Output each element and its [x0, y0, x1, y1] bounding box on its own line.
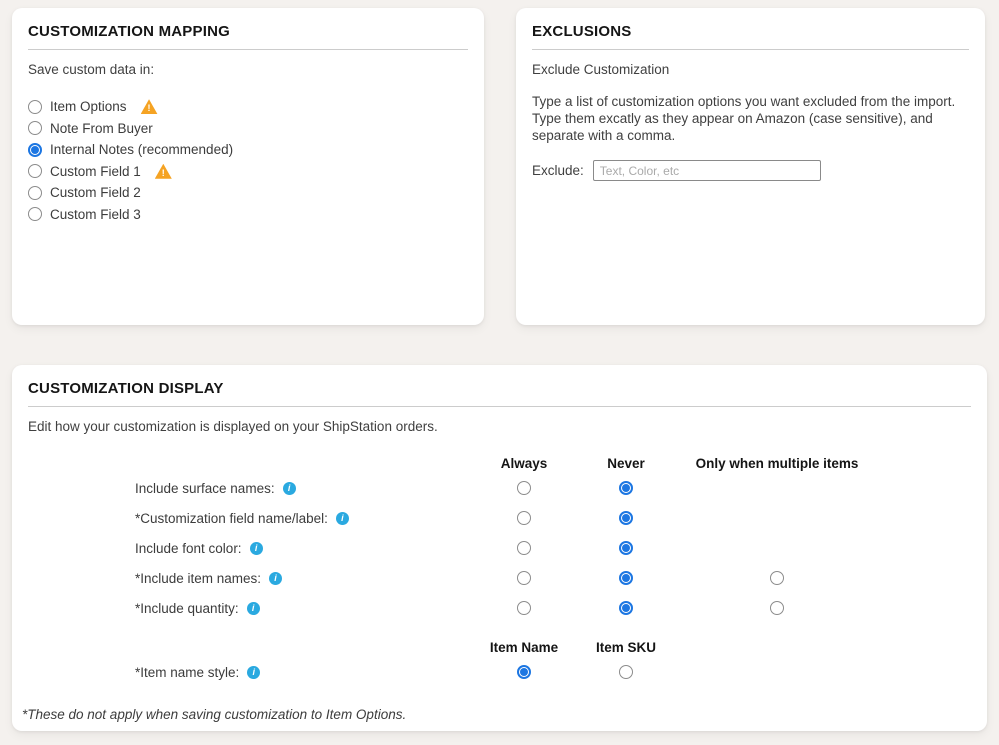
display-subtitle: Edit how your customization is displayed… — [28, 418, 971, 435]
exclude-label: Exclude: — [532, 162, 584, 179]
column-header-only-when-multiple: Only when multiple items — [677, 456, 877, 471]
divider — [28, 406, 971, 407]
radio-always[interactable] — [517, 481, 531, 495]
radio-only-when-multiple[interactable] — [770, 571, 784, 585]
column-header-item-sku: Item SKU — [575, 640, 677, 655]
info-icon[interactable]: i — [283, 482, 296, 495]
customization-display-panel: CUSTOMIZATION DISPLAY Edit how your cust… — [12, 365, 987, 731]
warning-icon: ! — [141, 99, 158, 114]
mapping-option-list: Item Options ! Note From Buyer ! Interna… — [28, 96, 468, 225]
panel-title: CUSTOMIZATION DISPLAY — [28, 380, 971, 397]
radio-never[interactable] — [619, 601, 633, 615]
radio-item-sku[interactable] — [619, 665, 633, 679]
mapping-option-label: Custom Field 2 — [50, 185, 141, 200]
display-option-row: Include font color: i — [28, 533, 971, 563]
exclusions-description: Type a list of customization options you… — [532, 93, 969, 144]
display-row-label: *Include quantity: — [135, 601, 239, 616]
radio-always[interactable] — [517, 571, 531, 585]
display-footnote: *These do not apply when saving customiz… — [22, 707, 971, 722]
radio-never[interactable] — [619, 541, 633, 555]
radio-never[interactable] — [619, 481, 633, 495]
radio-always[interactable] — [517, 511, 531, 525]
divider — [532, 49, 969, 50]
exclusions-panel: EXCLUSIONS Exclude Customization Type a … — [516, 8, 985, 325]
display-option-row: Include surface names: i — [28, 473, 971, 503]
divider — [28, 49, 468, 50]
mapping-option-row[interactable]: Internal Notes (recommended) ! — [28, 139, 468, 161]
info-icon[interactable]: i — [269, 572, 282, 585]
exclude-row: Exclude: — [532, 160, 969, 181]
settings-page: CUSTOMIZATION MAPPING Save custom data i… — [0, 0, 999, 739]
info-icon[interactable]: i — [247, 602, 260, 615]
display-row-label: Include surface names: — [135, 481, 275, 496]
mapping-option-label: Internal Notes (recommended) — [50, 142, 233, 157]
radio-only-when-multiple[interactable] — [770, 601, 784, 615]
radio-item-name[interactable] — [517, 665, 531, 679]
top-row: CUSTOMIZATION MAPPING Save custom data i… — [12, 8, 987, 325]
panel-title: CUSTOMIZATION MAPPING — [28, 23, 468, 40]
mapping-option-row[interactable]: Custom Field 3 ! — [28, 204, 468, 226]
style-header-row: Item Name Item SKU — [28, 637, 971, 657]
radio-never[interactable] — [619, 511, 633, 525]
display-row-label: *Item name style: — [135, 665, 239, 680]
display-option-row: *Customization field name/label: i — [28, 503, 971, 533]
exclusions-subtitle: Exclude Customization — [532, 61, 969, 78]
column-header-never: Never — [575, 456, 677, 471]
column-header-item-name: Item Name — [473, 640, 575, 655]
column-header-always: Always — [473, 456, 575, 471]
customization-mapping-panel: CUSTOMIZATION MAPPING Save custom data i… — [12, 8, 484, 325]
radio-never[interactable] — [619, 571, 633, 585]
radio-always[interactable] — [517, 601, 531, 615]
mapping-option-label: Custom Field 3 — [50, 207, 141, 222]
display-row-label: *Include item names: — [135, 571, 261, 586]
display-options-grid: Always Never Only when multiple items In… — [28, 453, 971, 623]
info-icon[interactable]: i — [336, 512, 349, 525]
item-name-style-section: Item Name Item SKU *Item name style: i — [28, 637, 971, 687]
mapping-option-row[interactable]: Item Options ! — [28, 96, 468, 118]
grid-header-row: Always Never Only when multiple items — [28, 453, 971, 473]
radio-button[interactable] — [28, 121, 42, 135]
radio-button[interactable] — [28, 164, 42, 178]
mapping-option-row[interactable]: Custom Field 2 ! — [28, 182, 468, 204]
display-option-row: *Include item names: i — [28, 563, 971, 593]
exclude-input[interactable] — [593, 160, 821, 181]
radio-always[interactable] — [517, 541, 531, 555]
warning-icon: ! — [155, 164, 172, 179]
item-name-style-row: *Item name style: i — [28, 657, 971, 687]
mapping-option-label: Note From Buyer — [50, 121, 153, 136]
mapping-option-label: Custom Field 1 — [50, 164, 141, 179]
mapping-option-row[interactable]: Custom Field 1 ! — [28, 161, 468, 183]
display-row-label: Include font color: — [135, 541, 242, 556]
panel-title: EXCLUSIONS — [532, 23, 969, 40]
display-option-row: *Include quantity: i — [28, 593, 971, 623]
radio-button[interactable] — [28, 207, 42, 221]
info-icon[interactable]: i — [247, 666, 260, 679]
info-icon[interactable]: i — [250, 542, 263, 555]
mapping-subtitle: Save custom data in: — [28, 61, 468, 78]
display-row-label: *Customization field name/label: — [135, 511, 328, 526]
radio-button[interactable] — [28, 100, 42, 114]
mapping-option-row[interactable]: Note From Buyer ! — [28, 118, 468, 140]
mapping-option-label: Item Options — [50, 99, 127, 114]
radio-button[interactable] — [28, 186, 42, 200]
display-rows: Include surface names: i *Customization … — [28, 473, 971, 623]
radio-button[interactable] — [28, 143, 42, 157]
